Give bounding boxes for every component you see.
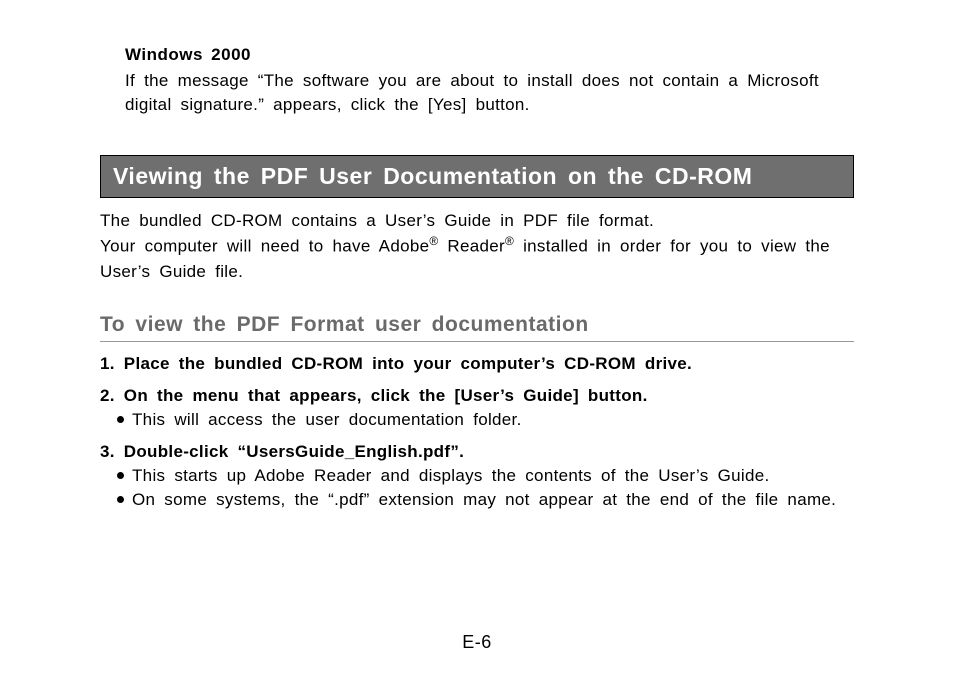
registered-symbol-2: ®	[505, 234, 514, 248]
step-3-bullet-1: This starts up Adobe Reader and displays…	[132, 466, 854, 486]
document-content: Windows 2000 If the message “The softwar…	[100, 45, 854, 510]
step-3-bullet-2: On some systems, the “.pdf” extension ma…	[132, 490, 854, 510]
bullet-text: This will access the user documentation …	[132, 410, 522, 429]
step-2: 2. On the menu that appears, click the […	[100, 386, 854, 406]
step-2-bullet-1: This will access the user documentation …	[132, 410, 854, 430]
step-1: 1. Place the bundled CD-ROM into your co…	[100, 354, 854, 374]
sub-heading: To view the PDF Format user documentatio…	[100, 313, 854, 342]
os-instruction: If the message “The software you are abo…	[125, 69, 854, 117]
os-heading: Windows 2000	[125, 45, 854, 65]
section-header: Viewing the PDF User Documentation on th…	[100, 155, 854, 198]
step-3: 3. Double-click “UsersGuide_English.pdf”…	[100, 442, 854, 462]
bullet-icon	[117, 496, 124, 503]
intro-line2-before: Your computer will need to have Adobe	[100, 237, 429, 256]
bullet-text: This starts up Adobe Reader and displays…	[132, 466, 770, 485]
bullet-icon	[117, 472, 124, 479]
intro-line1: The bundled CD-ROM contains a User’s Gui…	[100, 211, 654, 230]
page-number: E-6	[0, 632, 954, 653]
section-intro: The bundled CD-ROM contains a User’s Gui…	[100, 208, 854, 285]
intro-line2-mid: Reader	[438, 237, 505, 256]
bullet-icon	[117, 416, 124, 423]
bullet-text: On some systems, the “.pdf” extension ma…	[132, 490, 836, 509]
